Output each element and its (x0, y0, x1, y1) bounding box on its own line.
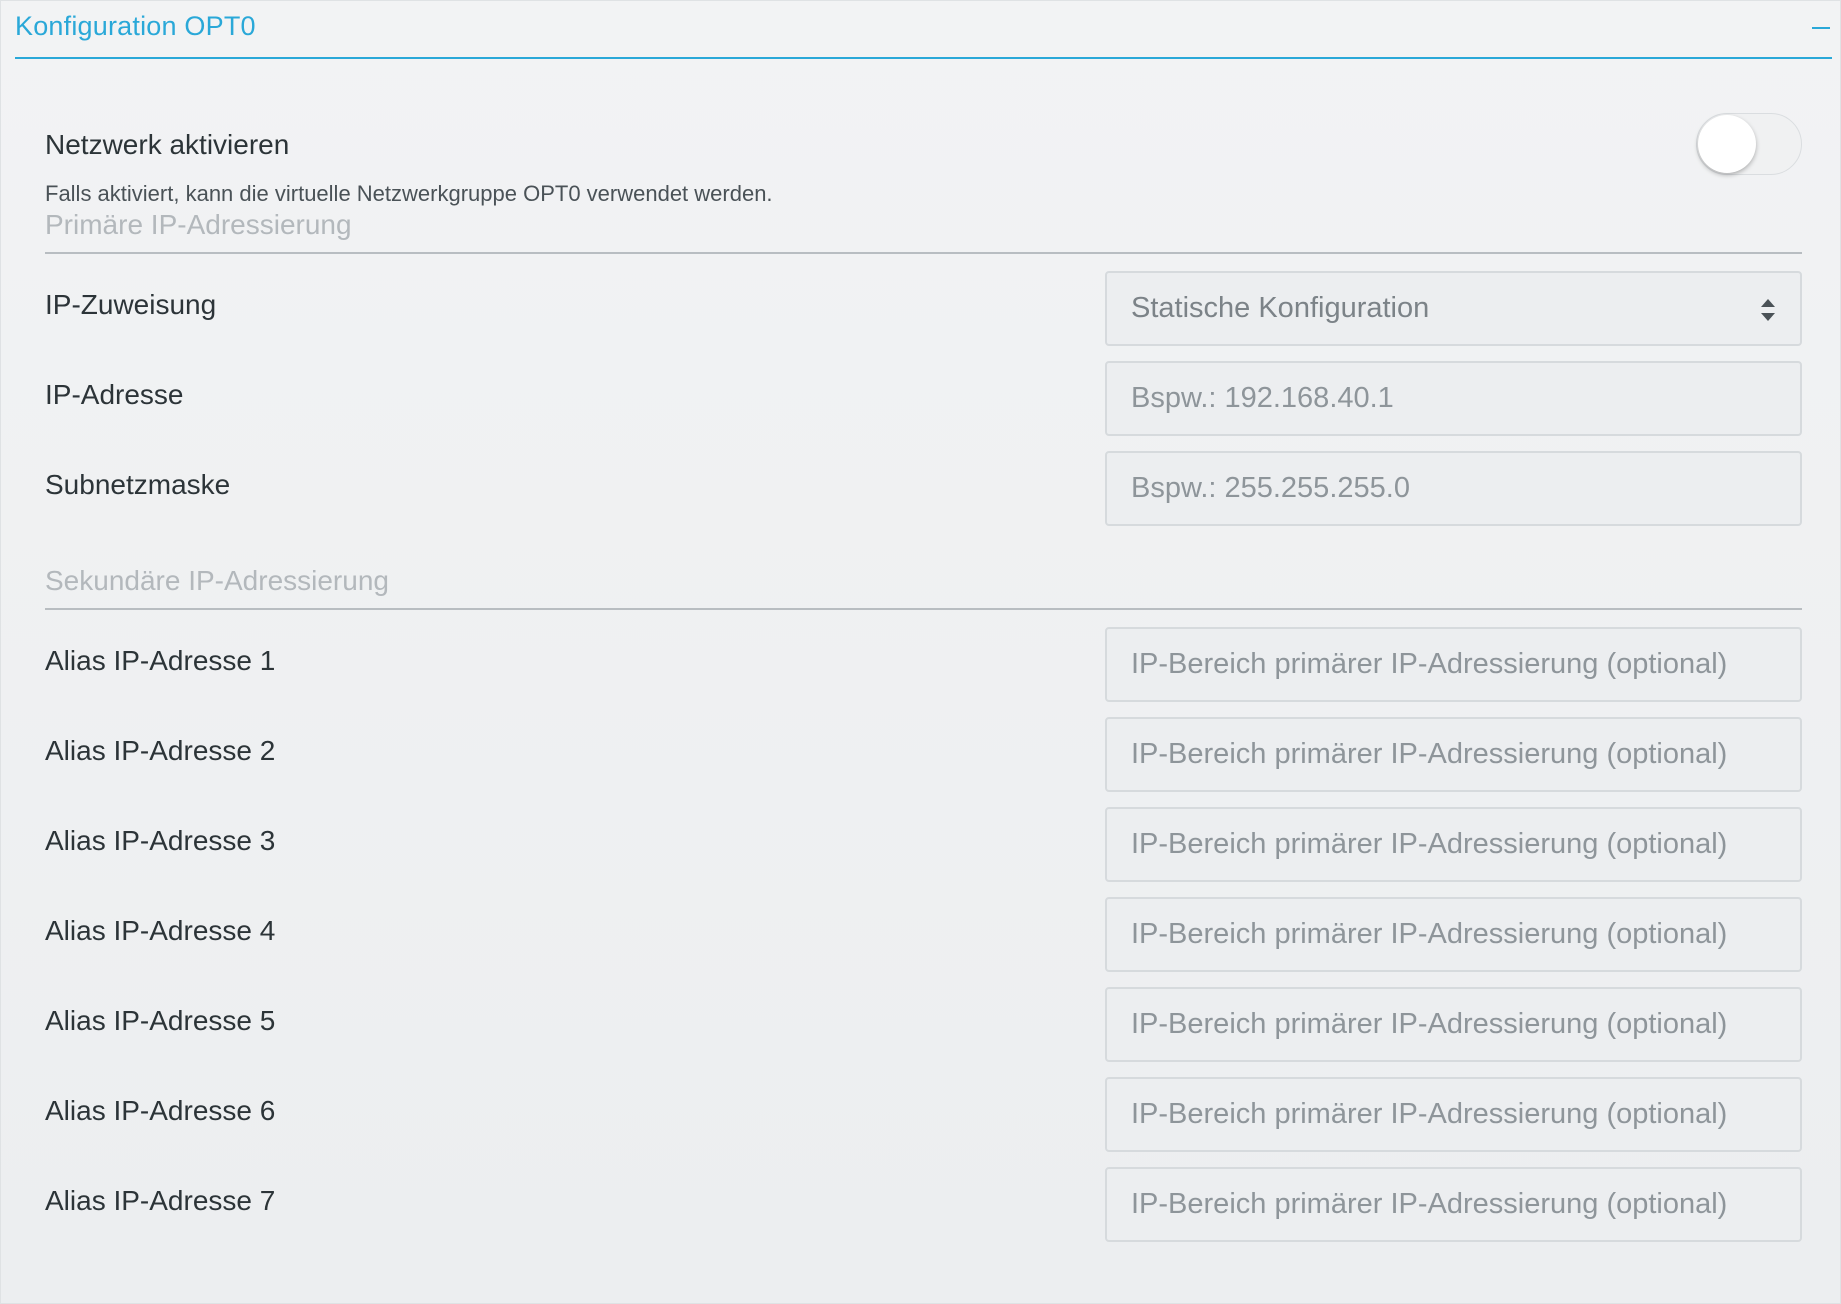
primary-section-title: Primäre IP-Adressierung (45, 209, 352, 240)
ip-address-row: IP-Adresse (45, 361, 1802, 436)
subnet-mask-row: Subnetzmaske (45, 451, 1802, 526)
config-panel: Konfiguration OPT0 Netzwerk aktivieren F… (0, 0, 1841, 1304)
panel-header[interactable]: Konfiguration OPT0 (15, 1, 1832, 59)
alias-ip-row: Alias IP-Adresse 1 (45, 627, 1802, 702)
alias-ip-label: Alias IP-Adresse 2 (45, 735, 276, 766)
alias-ip-label: Alias IP-Adresse 5 (45, 1005, 276, 1036)
subnet-mask-input[interactable] (1105, 451, 1802, 526)
network-enable-toggle[interactable] (1696, 113, 1802, 175)
alias-ip-input-6[interactable] (1105, 1077, 1802, 1152)
secondary-section-title: Sekundäre IP-Adressierung (45, 565, 389, 596)
alias-ip-input-4[interactable] (1105, 897, 1802, 972)
alias-ip-input-5[interactable] (1105, 987, 1802, 1062)
sort-arrows-icon (1761, 299, 1775, 321)
ip-assignment-select[interactable]: Statische Konfiguration (1105, 271, 1802, 346)
alias-ip-row: Alias IP-Adresse 2 (45, 717, 1802, 792)
ip-assignment-label: IP-Zuweisung (45, 289, 217, 320)
alias-ip-row: Alias IP-Adresse 5 (45, 987, 1802, 1062)
secondary-section-header: Sekundäre IP-Adressierung (45, 555, 1802, 610)
alias-ip-row: Alias IP-Adresse 6 (45, 1077, 1802, 1152)
alias-ip-input-1[interactable] (1105, 627, 1802, 702)
collapse-minus-icon[interactable] (1812, 27, 1830, 29)
alias-ip-input-3[interactable] (1105, 807, 1802, 882)
alias-ip-input-2[interactable] (1105, 717, 1802, 792)
toggle-knob (1698, 115, 1756, 173)
subnet-mask-label: Subnetzmaske (45, 469, 231, 500)
alias-ip-label: Alias IP-Adresse 4 (45, 915, 276, 946)
alias-ip-row: Alias IP-Adresse 7 (45, 1167, 1802, 1242)
ip-address-label: IP-Adresse (45, 379, 184, 410)
alias-ip-row: Alias IP-Adresse 4 (45, 897, 1802, 972)
alias-ip-row: Alias IP-Adresse 3 (45, 807, 1802, 882)
primary-section-header: Primäre IP-Adressierung (45, 199, 1802, 254)
network-enable-label: Netzwerk aktivieren (45, 129, 290, 160)
panel-title: Konfiguration OPT0 (15, 11, 256, 41)
alias-ip-label: Alias IP-Adresse 6 (45, 1095, 276, 1126)
alias-ip-label: Alias IP-Adresse 3 (45, 825, 276, 856)
alias-ip-label: Alias IP-Adresse 7 (45, 1185, 276, 1216)
ip-assignment-value: Statische Konfiguration (1131, 292, 1430, 324)
ip-address-input[interactable] (1105, 361, 1802, 436)
alias-ip-input-7[interactable] (1105, 1167, 1802, 1242)
alias-ip-label: Alias IP-Adresse 1 (45, 645, 276, 676)
ip-assignment-row: IP-Zuweisung Statische Konfiguration (45, 271, 1802, 346)
